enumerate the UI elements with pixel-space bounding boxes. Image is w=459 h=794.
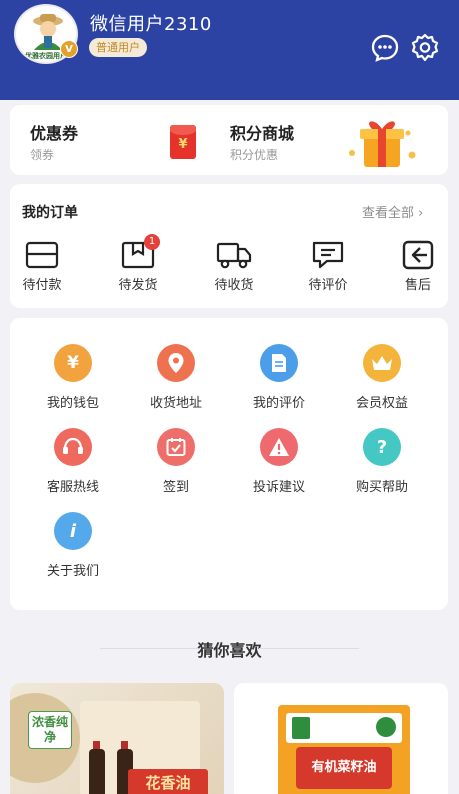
service-label: 收货地址 bbox=[149, 396, 202, 411]
service-my-wallet[interactable]: ¥ 我的钱包 bbox=[28, 344, 118, 411]
product-tagline: 浓香纯净 bbox=[31, 715, 68, 744]
points-mall-entry[interactable]: 积分商城 积分优惠 bbox=[220, 105, 448, 175]
product-image: 有机菜籽油 bbox=[234, 683, 448, 794]
gear-icon[interactable] bbox=[410, 33, 440, 63]
order-label: 待评价 bbox=[308, 278, 348, 293]
service-label: 签到 bbox=[162, 480, 189, 495]
coupon-entry[interactable]: 优惠券 领券 ¥ bbox=[10, 105, 220, 175]
promo-card: 优惠券 领券 ¥ 积分商城 积分优惠 bbox=[10, 105, 448, 175]
product-label-tag: 浓香纯净 bbox=[28, 711, 72, 749]
service-check-in[interactable]: 签到 bbox=[131, 428, 221, 495]
red-envelope-icon: ¥ bbox=[170, 125, 196, 159]
service-shipping-address[interactable]: 收货地址 bbox=[131, 344, 221, 411]
orders-card: 我的订单 查看全部 › 待付款 待发货 1 待收货 待评价 售后 bbox=[10, 184, 448, 308]
service-label: 投诉建议 bbox=[252, 480, 305, 495]
service-label: 客服热线 bbox=[46, 480, 99, 495]
product-banner: 花香油 bbox=[128, 769, 208, 794]
comment-icon bbox=[312, 241, 344, 269]
chevron-right-icon: › bbox=[418, 206, 424, 221]
product-banner-text: 花香油 bbox=[145, 774, 191, 792]
question-icon: ? bbox=[363, 428, 401, 466]
order-status-to-ship[interactable]: 待发货 1 bbox=[106, 234, 170, 302]
info-icon: i bbox=[54, 512, 92, 550]
coupon-title: 优惠券 bbox=[30, 124, 79, 143]
service-label: 会员权益 bbox=[355, 396, 408, 411]
points-mall-subtitle: 积分优惠 bbox=[230, 148, 279, 162]
coupon-yuan-symbol: ¥ bbox=[178, 137, 188, 152]
view-all-orders-link[interactable]: 查看全部 › bbox=[362, 202, 423, 221]
truck-icon bbox=[216, 242, 252, 269]
order-label: 待收货 bbox=[214, 278, 254, 293]
service-member-benefits[interactable]: 会员权益 bbox=[337, 344, 427, 411]
document-icon bbox=[260, 344, 298, 382]
return-icon bbox=[402, 240, 434, 270]
product-card[interactable]: 浓香纯净 花香油 bbox=[10, 683, 224, 794]
product-card[interactable]: 有机菜籽油 bbox=[234, 683, 448, 794]
service-label: 购买帮助 bbox=[355, 480, 408, 495]
service-label: 我的评价 bbox=[252, 396, 305, 411]
crown-icon bbox=[363, 344, 401, 382]
orders-title: 我的订单 bbox=[22, 205, 78, 221]
order-status-pending-payment[interactable]: 待付款 bbox=[10, 234, 74, 302]
headset-icon bbox=[54, 428, 92, 466]
divider-right bbox=[259, 648, 359, 649]
recommend-title: 猜你喜欢 bbox=[197, 641, 262, 660]
location-pin-icon bbox=[157, 344, 195, 382]
service-complaints[interactable]: 投诉建议 bbox=[234, 428, 324, 495]
order-label: 待发货 bbox=[118, 278, 158, 293]
service-about-us[interactable]: i 关于我们 bbox=[28, 512, 118, 579]
order-label: 待付款 bbox=[22, 278, 62, 293]
member-level-tag: 普通用户 bbox=[89, 38, 147, 57]
service-my-reviews[interactable]: 我的评价 bbox=[234, 344, 324, 411]
service-purchase-help[interactable]: ? 购买帮助 bbox=[337, 428, 427, 495]
service-label: 我的钱包 bbox=[46, 396, 99, 411]
coupon-subtitle: 领券 bbox=[30, 148, 55, 162]
view-all-label: 查看全部 bbox=[362, 206, 415, 221]
service-customer-hotline[interactable]: 客服热线 bbox=[28, 428, 118, 495]
points-mall-title: 积分商城 bbox=[230, 124, 295, 143]
gift-box-icon bbox=[349, 121, 416, 167]
product-title-banner: 有机菜籽油 bbox=[296, 747, 392, 789]
order-count-badge: 1 bbox=[144, 234, 160, 250]
services-card: ¥ 我的钱包 收货地址 我的评价 会员权益 客服热线 签到 投诉建议 ? 购买帮… bbox=[10, 318, 448, 610]
chat-icon[interactable] bbox=[370, 33, 400, 63]
product-title-text: 有机菜籽油 bbox=[311, 760, 377, 775]
vip-badge: V bbox=[60, 40, 78, 58]
order-status-to-receive[interactable]: 待收货 bbox=[202, 234, 266, 302]
product-image: 浓香纯净 花香油 bbox=[10, 683, 224, 794]
order-label: 售后 bbox=[404, 278, 431, 293]
order-status-after-sales[interactable]: 售后 bbox=[386, 234, 450, 302]
yuan-icon: ¥ bbox=[54, 344, 92, 382]
warning-icon bbox=[260, 428, 298, 466]
wallet-icon bbox=[25, 241, 59, 269]
service-label: 关于我们 bbox=[46, 564, 99, 579]
order-status-to-review[interactable]: 待评价 bbox=[296, 234, 360, 302]
calendar-check-icon bbox=[157, 428, 195, 466]
username: 微信用户2310 bbox=[90, 14, 212, 35]
